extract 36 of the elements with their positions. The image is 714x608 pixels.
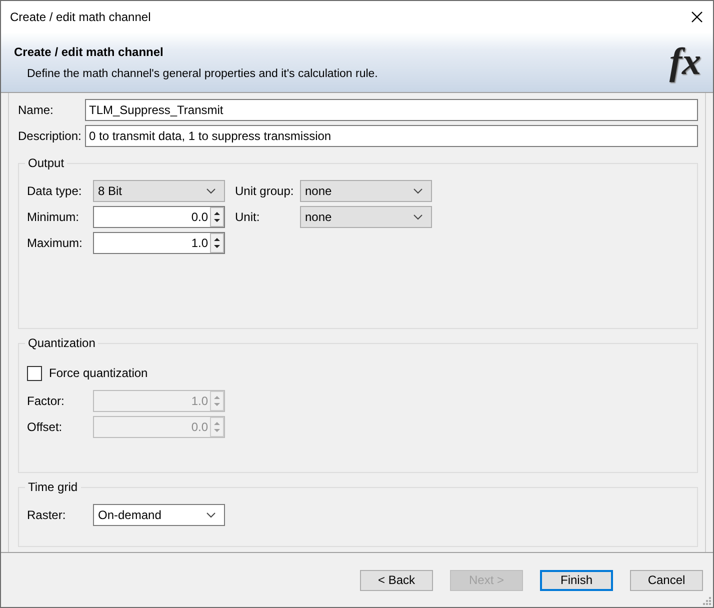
dialog-button[interactable]: < Back: [360, 570, 433, 590]
group-title: Output: [25, 156, 68, 170]
fx-logo: fx: [669, 43, 701, 81]
dropdown[interactable]: On-demand: [93, 504, 225, 526]
field-label: Unit group:: [235, 184, 295, 198]
close-icon[interactable]: [691, 10, 703, 22]
field-label: Offset:: [27, 420, 64, 434]
checkbox-label: Force quantization: [49, 366, 148, 380]
checkbox[interactable]: [27, 366, 42, 380]
combo-box[interactable]: 8 Bit: [93, 180, 225, 202]
field-label: Unit:: [235, 210, 261, 224]
field-label: Name:: [18, 103, 54, 117]
text-field[interactable]: TLM_Suppress_Transmit: [85, 99, 698, 121]
group-title: Quantization: [25, 336, 98, 350]
window-title: Create / edit math channel: [10, 10, 151, 24]
dialog-button[interactable]: Cancel: [630, 570, 703, 590]
chevron-icon: [206, 188, 216, 194]
spin-arrows-icon[interactable]: [210, 233, 224, 253]
group-title: Time grid: [25, 480, 81, 494]
field-label: Factor:: [27, 394, 66, 408]
field-label: Maximum:: [27, 236, 84, 250]
chevron-icon: [413, 188, 423, 194]
field-label: Raster:: [27, 508, 67, 522]
combo-box[interactable]: none: [300, 180, 432, 202]
text-field[interactable]: 0 to transmit data, 1 to suppress transmission: [85, 125, 698, 147]
resize-grip-icon[interactable]: [703, 597, 711, 605]
dialog-button[interactable]: Finish: [540, 570, 613, 590]
field-label: Data type:: [27, 184, 83, 198]
chevron-icon: [206, 512, 216, 518]
combo-box[interactable]: none: [300, 206, 432, 228]
field-label: Minimum:: [27, 210, 80, 224]
spin-arrows-icon[interactable]: [210, 207, 224, 227]
chevron-icon: [413, 214, 423, 220]
field-label: Description:: [18, 129, 82, 143]
header-title: Create / edit math channel: [14, 44, 164, 58]
header-subtitle: Define the math channel's general properties and it's calculation rule.: [26, 68, 378, 80]
